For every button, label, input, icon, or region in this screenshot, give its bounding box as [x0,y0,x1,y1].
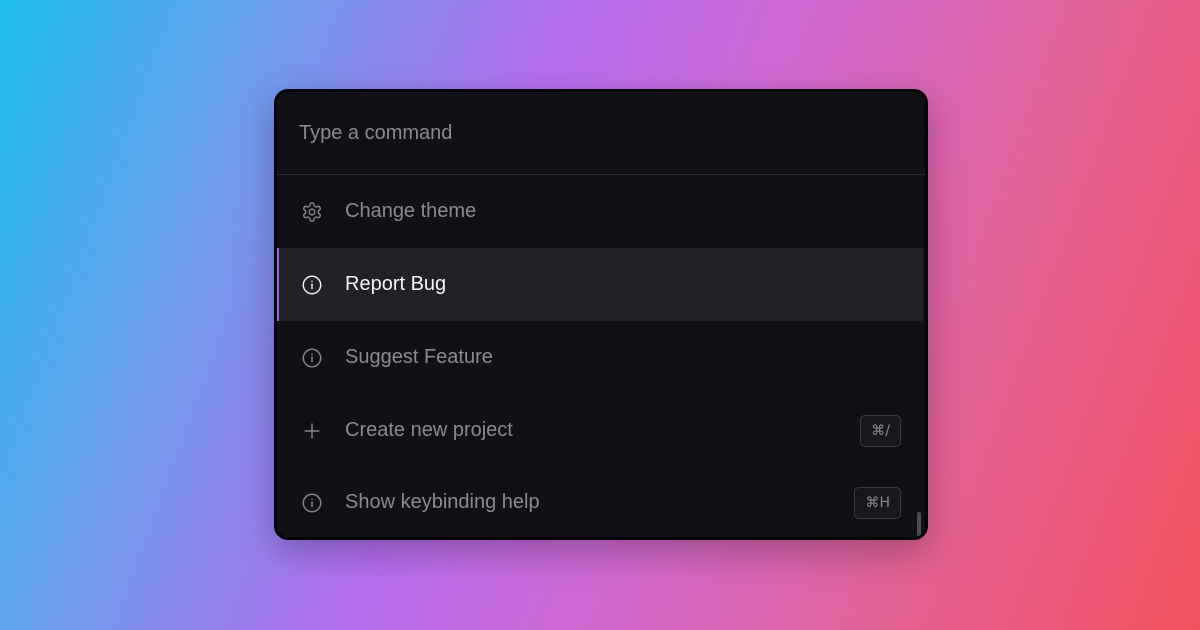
command-palette: Change theme Report Bug Suggest Feat [274,89,928,540]
info-icon [299,345,325,371]
info-icon [299,490,325,516]
command-item-label: Create new project [345,419,513,441]
gear-icon [299,199,325,225]
command-item-suggest-feature[interactable]: Suggest Feature [277,321,923,394]
command-search-input[interactable] [299,121,859,145]
shortcut-badge: ⌘H [854,486,901,519]
command-item-label: Report Bug [345,273,447,295]
plus-icon [299,418,325,444]
command-item-change-theme[interactable]: Change theme [277,175,923,248]
list-scrollbar[interactable] [917,512,921,537]
command-list: Change theme Report Bug Suggest Feature … [277,175,925,537]
command-item-label: Suggest Feature [345,346,493,368]
command-item-label: Show keybinding help [345,491,540,513]
command-item-create-new-project[interactable]: Create new project ⌘/ [277,394,923,467]
command-item-report-bug[interactable]: Report Bug [277,248,923,321]
info-icon [299,272,325,298]
command-item-show-keybinding-help[interactable]: Show keybinding help ⌘H [277,466,923,537]
command-item-label: Change theme [345,200,477,222]
shortcut-badge: ⌘/ [860,414,901,447]
command-search-bar [277,92,925,175]
